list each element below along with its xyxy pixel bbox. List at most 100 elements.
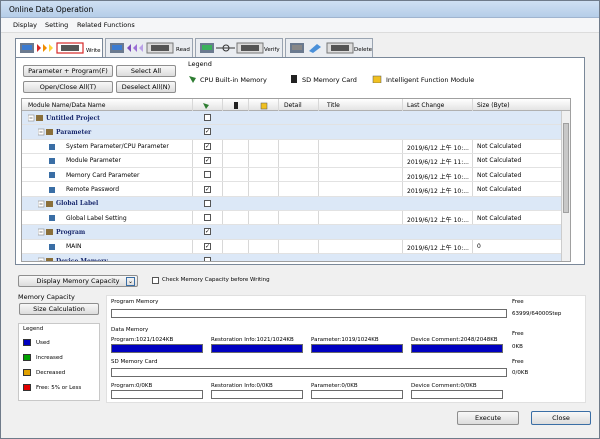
- delete-icon: [289, 42, 355, 54]
- write-checkbox[interactable]: [204, 257, 211, 261]
- file-icon: [48, 186, 56, 196]
- sd-param-bar: [311, 390, 403, 399]
- row-name: Module Parameter: [66, 157, 121, 165]
- row-name: Memory Card Parameter: [66, 171, 140, 179]
- capacity-legend-title: Legend: [23, 326, 44, 332]
- scroll-thumb[interactable]: [563, 123, 569, 213]
- write-checkbox[interactable]: ✓: [204, 185, 211, 193]
- size-calculation-button[interactable]: Size Calculation: [19, 303, 99, 315]
- row-last-change: 2019/6/12 上午 10:...: [407, 216, 469, 224]
- decreased-label: Decreased: [36, 370, 66, 376]
- row-size: Not Calculated: [477, 143, 522, 151]
- tab-read[interactable]: Read: [105, 38, 193, 57]
- deselect-all-button[interactable]: Deselect All(N): [116, 81, 176, 93]
- table-row[interactable]: Global Label: [22, 196, 570, 212]
- table-row[interactable]: Program ✓: [22, 225, 570, 240]
- col-title: Title: [327, 101, 340, 109]
- file-icon: [48, 157, 56, 167]
- close-button[interactable]: Close: [531, 411, 591, 425]
- capacity-legend: Legend Used Increased Decreased Free: 5%…: [18, 323, 100, 401]
- memory-capacity-title: Memory Capacity: [18, 293, 75, 301]
- decreased-swatch: [23, 369, 31, 376]
- data-comment: Device Comment:2048/2048KB: [411, 337, 498, 343]
- write-checkbox[interactable]: ✓: [204, 242, 211, 250]
- legend-cpu: CPU Built-in Memory: [200, 76, 267, 84]
- col-cpu-icon: [202, 102, 210, 110]
- chevron-down-icon: ⌄: [126, 277, 135, 286]
- row-name: Remote Password: [66, 186, 120, 193]
- col-detail: Detail: [284, 101, 302, 109]
- intelligent-module-icon: [372, 75, 382, 84]
- data-free-label: Free: [512, 331, 524, 337]
- write-checkbox[interactable]: [204, 171, 211, 179]
- online-data-operation-window: Online Data Operation Display Setting Re…: [0, 0, 600, 439]
- table-row[interactable]: Global Label Setting 2019/6/12 上午 10:... N…: [22, 211, 570, 226]
- table-row[interactable]: Remote Password ✓ 2019/6/12 上午 10:... Not C…: [22, 183, 570, 197]
- sd-program-bar: [111, 390, 203, 399]
- table-row[interactable]: Parameter ✓: [22, 125, 570, 140]
- sd-free-value: 0/0KB: [512, 370, 529, 376]
- table-row[interactable]: Device Memory: [22, 254, 570, 261]
- legend-title: Legend: [188, 60, 212, 68]
- row-size: Not Calculated: [477, 186, 522, 193]
- table-row[interactable]: Module Parameter ✓ 2019/6/12 上午 11:... Not …: [22, 154, 570, 169]
- program-free-label: Free: [512, 299, 524, 305]
- sd-program: Program:0/0KB: [111, 383, 153, 389]
- row-name: Global Label: [56, 200, 99, 208]
- write-checkbox[interactable]: ✓: [204, 128, 211, 136]
- increased-swatch: [23, 354, 31, 361]
- row-last-change: 2019/6/12 上午 10:...: [407, 145, 469, 153]
- write-checkbox[interactable]: ✓: [204, 142, 211, 150]
- tab-verify[interactable]: Verify: [195, 38, 283, 57]
- used-swatch: [23, 339, 31, 346]
- menu-setting[interactable]: Setting: [45, 21, 68, 29]
- table-row[interactable]: Untitled Project: [22, 111, 570, 126]
- write-checkbox[interactable]: [204, 214, 211, 222]
- col-sd-icon: [233, 101, 239, 110]
- row-name: Untitled Project: [46, 114, 100, 122]
- data-param: Parameter:1019/1024KB: [311, 337, 379, 343]
- row-last-change: 2019/6/12 上午 11:...: [407, 159, 469, 167]
- free-low-swatch: [23, 384, 31, 391]
- operation-tabs: Write Read Verify Delete: [15, 38, 575, 58]
- capacity-area: Program Memory Free 63999/64000Step Data…: [106, 295, 586, 403]
- sd-card-icon: [290, 75, 298, 83]
- folder-icon: [37, 200, 54, 210]
- sd-param: Parameter:0/0KB: [311, 383, 358, 389]
- write-checkbox[interactable]: [204, 114, 211, 121]
- menu-related-functions[interactable]: Related Functions: [77, 21, 135, 29]
- parameter-program-button[interactable]: Parameter + Program(F): [23, 65, 113, 77]
- verify-icon: [199, 42, 265, 54]
- table-row[interactable]: Memory Card Parameter 2019/6/12 上午 10:...…: [22, 168, 570, 183]
- tab-delete[interactable]: Delete: [285, 38, 373, 57]
- write-checkbox[interactable]: [204, 199, 211, 207]
- select-all-button[interactable]: Select All: [116, 65, 176, 77]
- row-name: Global Label Setting: [66, 214, 127, 222]
- row-last-change: 2019/6/12 上午 10:...: [407, 188, 469, 195]
- cpu-memory-icon: [188, 75, 198, 83]
- row-size: Not Calculated: [477, 214, 522, 222]
- data-program: Program:1021/1024KB: [111, 337, 174, 343]
- check-capacity-checkbox[interactable]: [152, 277, 159, 284]
- open-close-all-button[interactable]: Open/Close All(T): [23, 81, 113, 93]
- write-checkbox[interactable]: ✓: [204, 156, 211, 164]
- tab-write[interactable]: Write: [15, 38, 103, 58]
- table-row[interactable]: System Parameter/CPU Parameter ✓ 2019/6/12…: [22, 140, 570, 154]
- window-title: Online Data Operation: [9, 5, 94, 14]
- execute-button[interactable]: Execute: [457, 411, 519, 425]
- table-row[interactable]: MAIN ✓ 2019/6/12 上午 10:... 0: [22, 240, 570, 254]
- increased-label: Increased: [36, 355, 63, 361]
- row-size: Not Calculated: [477, 171, 522, 179]
- col-module-name: Module Name/Data Name: [28, 101, 106, 109]
- program-memory-bar: [111, 309, 507, 318]
- vertical-scrollbar[interactable]: [561, 111, 570, 261]
- tab-delete-label: Delete: [354, 47, 373, 53]
- sd-restore: Restoration Info:0/0KB: [211, 383, 273, 389]
- free-low-label: Free: 5% or Less: [36, 385, 82, 391]
- data-restore-bar: [211, 344, 303, 353]
- row-name: Program: [56, 228, 86, 236]
- display-memory-capacity-button[interactable]: Display Memory Capacity ⌄: [18, 275, 138, 287]
- menu-display[interactable]: Display: [13, 21, 37, 29]
- col-intelligent-icon: [260, 102, 268, 110]
- write-checkbox[interactable]: ✓: [204, 228, 211, 236]
